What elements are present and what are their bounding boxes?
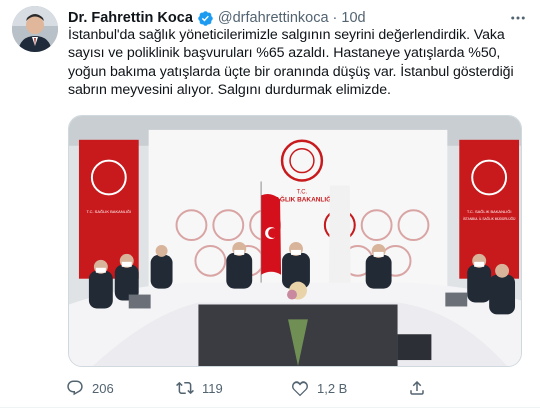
- retweet-icon: [168, 376, 202, 400]
- separator-dot: ·: [332, 10, 338, 26]
- avatar[interactable]: [12, 6, 58, 52]
- reply-icon: [58, 376, 92, 400]
- tweet[interactable]: Dr. Fahrettin Koca @drfahrettinkoca · 10…: [0, 0, 540, 408]
- side-banner-right-line2: İSTANBUL İL SAĞLIK MÜDÜRLÜĞÜ: [463, 216, 516, 221]
- tweet-actions: 206 119 1,2 B: [58, 376, 528, 400]
- banner-line1: T.C.: [297, 189, 308, 195]
- like-count: 1,2 B: [317, 380, 348, 396]
- like-icon: [283, 376, 317, 400]
- reply-count: 206: [92, 380, 114, 396]
- more-icon[interactable]: [508, 8, 528, 28]
- share-icon: [400, 376, 434, 400]
- timestamp[interactable]: 10d: [341, 10, 365, 26]
- author-handle[interactable]: @drfahrettinkoca: [218, 10, 329, 26]
- tweet-header: Dr. Fahrettin Koca @drfahrettinkoca · 10…: [68, 8, 528, 28]
- side-banner-left-line1: T.C. SAĞLIK BAKANLIĞI: [87, 209, 132, 214]
- side-banner-right-line1: T.C. SAĞLIK BAKANLIĞI: [467, 209, 512, 214]
- verified-badge-icon: [197, 10, 214, 27]
- reply-button[interactable]: 206: [58, 376, 114, 400]
- share-button[interactable]: [400, 376, 434, 400]
- retweet-count: 119: [202, 380, 223, 396]
- tweet-photo[interactable]: T.C. SAĞLIK BAKANLIĞI T.C. SAĞLIK BAKANL…: [68, 115, 522, 367]
- retweet-button[interactable]: 119: [168, 376, 223, 400]
- tweet-text: İstanbul'da sağlık yöneticilerimizle sal…: [68, 27, 514, 99]
- banner-line2: SAĞLIK BAKANLIĞI: [271, 194, 333, 203]
- like-button[interactable]: 1,2 B: [283, 376, 347, 400]
- author-name[interactable]: Dr. Fahrettin Koca: [68, 10, 193, 26]
